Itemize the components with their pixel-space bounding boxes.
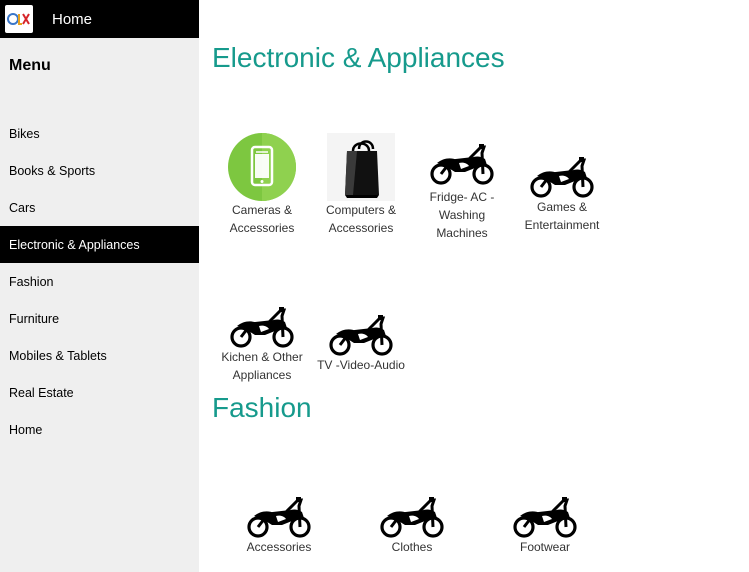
- motorbike-icon: [327, 300, 395, 356]
- tile-label: Games & Entertainment: [524, 200, 600, 232]
- sidebar-item-electronic-appliances[interactable]: Electronic & Appliances: [0, 226, 199, 263]
- tile-label: Kichen & Other Appliances: [221, 350, 303, 382]
- motorbike-icon: [228, 292, 296, 348]
- category-tile-tv[interactable]: TV -Video-Audio: [311, 300, 411, 374]
- section-title-electronics: Electronic & Appliances: [212, 42, 505, 73]
- tile-label: Fridge- AC -Washing Machines: [429, 190, 495, 240]
- motorbike-icon: [528, 142, 596, 198]
- motorbike-icon: [245, 482, 313, 538]
- tile-label: TV -Video-Audio: [317, 358, 405, 372]
- menu-heading: Menu: [9, 57, 51, 74]
- sidebar-item-fashion[interactable]: Fashion: [0, 263, 199, 300]
- category-tile-cameras[interactable]: Cameras & Accessories: [217, 133, 307, 237]
- sidebar-item-mobiles-tablets[interactable]: Mobiles & Tablets: [0, 337, 199, 374]
- sidebar: Home Menu Bikes Books & Sports Cars Electro…: [0, 0, 199, 572]
- category-tile-computers[interactable]: Computers & Accessories: [316, 133, 406, 237]
- tile-label: Accessories: [246, 540, 312, 554]
- tile-label: Cameras & Accessories: [229, 203, 295, 235]
- motorbike-icon: [511, 482, 579, 538]
- phone-icon: [228, 133, 296, 201]
- sidebar-item-books-sports[interactable]: Books & Sports: [0, 152, 199, 189]
- sidebar-item-furniture[interactable]: Furniture: [0, 300, 199, 337]
- motorbike-icon: [428, 129, 496, 185]
- section-title-fashion: Fashion: [212, 392, 312, 423]
- category-tile-footwear[interactable]: Footwear: [500, 482, 590, 556]
- top-bar: Home: [0, 0, 199, 38]
- page-title: Home: [52, 10, 93, 28]
- sidebar-item-cars[interactable]: Cars: [0, 189, 199, 226]
- category-tile-accessories[interactable]: Accessories: [234, 482, 324, 556]
- sidebar-item-home[interactable]: Home: [0, 411, 199, 448]
- shopping-bag-icon: [327, 133, 395, 201]
- sidebar-item-real-estate[interactable]: Real Estate: [0, 374, 199, 411]
- motorbike-icon: [378, 482, 446, 538]
- category-tile-clothes[interactable]: Clothes: [367, 482, 457, 556]
- tile-label: Clothes: [391, 540, 433, 554]
- olx-logo-icon[interactable]: [5, 5, 33, 33]
- category-tile-kitchen[interactable]: Kichen & Other Appliances: [217, 292, 307, 384]
- category-tile-fridge-ac[interactable]: Fridge- AC -Washing Machines: [417, 129, 507, 242]
- sidebar-item-bikes[interactable]: Bikes: [0, 115, 199, 152]
- tile-label: Footwear: [519, 540, 571, 554]
- category-tile-games[interactable]: Games & Entertainment: [517, 142, 607, 234]
- menu-list: Bikes Books & Sports Cars Electronic & Appl…: [0, 115, 199, 448]
- tile-label: Computers & Accessories: [325, 203, 397, 235]
